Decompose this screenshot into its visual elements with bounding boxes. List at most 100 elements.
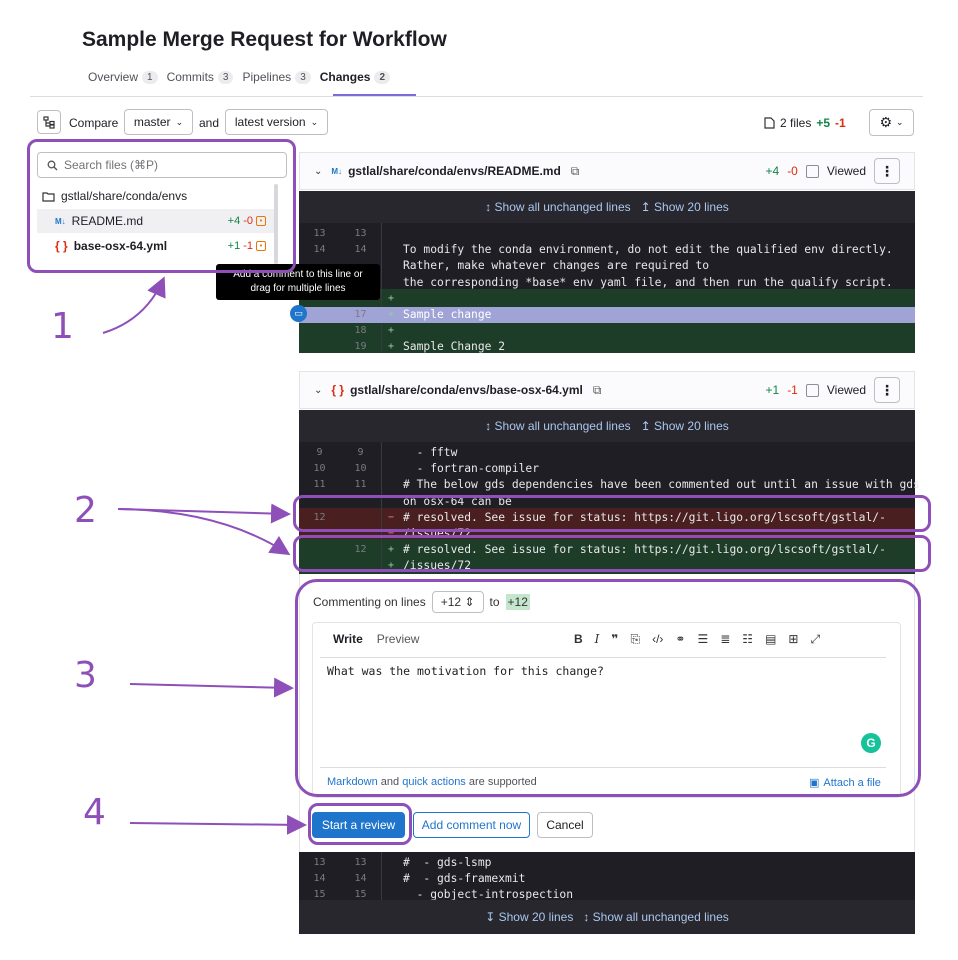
diff-code-text: - fftw bbox=[403, 446, 458, 459]
file-path[interactable]: gstlal/share/conda/envs/README.md bbox=[348, 164, 561, 178]
addition-marker: + bbox=[388, 309, 395, 320]
tab-pipelines[interactable]: Pipelines 3 bbox=[242, 66, 319, 88]
old-line-number[interactable]: 14 bbox=[299, 871, 340, 887]
new-line-number[interactable]: 18 bbox=[340, 323, 381, 339]
diff-expander: ↕ Show all unchanged lines ↥ Show 20 lin… bbox=[299, 191, 915, 223]
new-line-number[interactable]: 13 bbox=[340, 855, 381, 871]
compare-label: Compare bbox=[69, 116, 119, 130]
show-20-lines-link[interactable]: ↥ Show 20 lines bbox=[641, 419, 729, 433]
add-comment-icon[interactable]: ▭ bbox=[290, 305, 307, 322]
new-line-number[interactable]: 14 bbox=[340, 871, 381, 887]
new-line-number[interactable]: 19 bbox=[340, 339, 381, 355]
annotation-box-3 bbox=[295, 579, 921, 797]
diff-code-text: - fortran-compiler bbox=[403, 462, 540, 476]
copy-icon[interactable]: ⧉ bbox=[593, 383, 602, 398]
diff-line[interactable]: 10 10 - fortran-compiler bbox=[299, 461, 915, 477]
old-line-number[interactable]: 13 bbox=[299, 226, 340, 242]
diff-code-text: Rather, make whatever changes are requir… bbox=[403, 259, 710, 273]
new-line-number[interactable]: 13 bbox=[340, 226, 381, 242]
viewed-label: Viewed bbox=[826, 164, 866, 178]
old-line-number[interactable]: 9 bbox=[299, 445, 340, 461]
source-branch-dropdown[interactable]: master ⌄ bbox=[124, 109, 193, 135]
old-line-number[interactable]: 10 bbox=[299, 461, 340, 477]
chevron-down-icon[interactable]: ⌄ bbox=[314, 385, 322, 396]
viewed-checkbox[interactable] bbox=[805, 164, 819, 178]
mr-tabs: Overview 1 Commits 3 Pipelines 3 Changes 2 bbox=[88, 66, 399, 96]
chevron-down-icon: ⌄ bbox=[310, 116, 319, 127]
diff-line[interactable]: 14 14 To modify the conda environment, do … bbox=[299, 242, 915, 258]
diff-expander-bottom: ↧ Show 20 lines ↕ Show all unchanged lin… bbox=[299, 900, 915, 934]
diff-line[interactable]: the corresponding *base* env yaml file, … bbox=[299, 275, 915, 291]
diff-settings-button[interactable]: ⚙ ⌄ bbox=[869, 109, 914, 136]
viewed-checkbox[interactable] bbox=[805, 383, 819, 397]
diff-code-text: # - gds-lsmp bbox=[403, 856, 492, 869]
tab-overview[interactable]: Overview 1 bbox=[88, 66, 167, 88]
show-20-lines-link[interactable]: ↧ Show 20 lines bbox=[485, 910, 573, 924]
file-options-button[interactable]: ⋮ bbox=[874, 158, 900, 184]
show-all-unchanged-link[interactable]: ↕ Show all unchanged lines bbox=[485, 419, 630, 433]
diff-line[interactable]: 99 - fftw bbox=[299, 445, 915, 461]
annotation-box-2a bbox=[293, 495, 931, 532]
tab-commits[interactable]: Commits 3 bbox=[167, 66, 243, 88]
addition-marker: + bbox=[388, 292, 395, 304]
addition-marker: + bbox=[388, 341, 395, 353]
diff-code-text: # - gds-framexmit bbox=[403, 872, 526, 886]
new-line-number[interactable]: 11 bbox=[340, 477, 381, 493]
chevron-down-icon: ⌄ bbox=[175, 116, 184, 127]
annotation-number-3: 3 bbox=[74, 655, 97, 696]
annotation-number-4: 4 bbox=[83, 792, 106, 833]
diff-line[interactable]: + bbox=[299, 291, 915, 307]
diff-code-trailing: 13 13 # - gds-lsmp 14 14 # - gds-framexmit 15 1… bbox=[299, 852, 915, 901]
file-header-readme: ⌄ M↓ gstlal/share/conda/envs/README.md ⧉… bbox=[299, 152, 915, 190]
show-20-lines-link[interactable]: ↥ Show 20 lines bbox=[641, 200, 729, 214]
new-line-number[interactable]: 10 bbox=[340, 461, 381, 477]
page-title: Sample Merge Request for Workflow bbox=[82, 28, 447, 51]
file-path[interactable]: gstlal/share/conda/envs/base-osx-64.yml bbox=[350, 383, 583, 397]
doc-icon bbox=[764, 117, 775, 129]
file-tree-toggle-button[interactable] bbox=[37, 110, 61, 134]
target-version-dropdown[interactable]: latest version ⌄ bbox=[225, 109, 328, 135]
old-line-number[interactable]: 11 bbox=[299, 477, 340, 493]
chevron-down-icon[interactable]: ⌄ bbox=[314, 166, 322, 177]
diff-line[interactable]: 11 11 # The below gds dependencies have be… bbox=[299, 477, 919, 493]
file-options-button[interactable]: ⋮ bbox=[874, 377, 900, 403]
markdown-icon: M↓ bbox=[331, 166, 343, 176]
tab-changes[interactable]: Changes 2 bbox=[320, 66, 399, 88]
cancel-button[interactable]: Cancel bbox=[537, 812, 593, 838]
chevron-down-icon: ⌄ bbox=[896, 117, 904, 127]
diff-line[interactable]: 13 13 # - gds-lsmp bbox=[299, 855, 915, 871]
tab-count: 3 bbox=[295, 70, 311, 84]
tab-count: 1 bbox=[142, 70, 158, 84]
new-line-number[interactable]: 14 bbox=[340, 242, 381, 258]
viewed-label: Viewed bbox=[826, 383, 866, 397]
file-header-base-osx: ⌄ { } gstlal/share/conda/envs/base-osx-6… bbox=[299, 371, 915, 409]
diff-code-text: the corresponding *base* env yaml file, … bbox=[403, 275, 893, 289]
annotation-number-2: 2 bbox=[74, 490, 97, 531]
show-all-unchanged-link[interactable]: ↕ Show all unchanged lines bbox=[583, 910, 728, 924]
copy-icon[interactable]: ⧉ bbox=[571, 164, 580, 179]
annotation-box-4 bbox=[308, 803, 412, 845]
old-line-number[interactable]: 14 bbox=[299, 242, 340, 258]
add-comment-now-button[interactable]: Add comment now bbox=[413, 812, 530, 838]
diff-code-text: Sample change bbox=[403, 308, 492, 321]
diff-line[interactable]: Rather, make whatever changes are requir… bbox=[299, 258, 915, 274]
diff-code-readme: 13 13 14 14 To modify the conda environment,… bbox=[299, 223, 915, 353]
annotation-box-1 bbox=[27, 139, 296, 273]
annotation-number-1: 1 bbox=[51, 306, 74, 347]
diff-line[interactable]: +18 bbox=[299, 323, 915, 339]
diff-code-text: # The below gds dependencies have been c… bbox=[403, 478, 920, 492]
diff-expander: ↕ Show all unchanged lines ↥ Show 20 lin… bbox=[299, 410, 915, 442]
old-line-number[interactable]: 13 bbox=[299, 855, 340, 871]
diff-line[interactable]: +17 Sample change bbox=[299, 307, 915, 323]
new-line-number[interactable]: 9 bbox=[340, 445, 381, 461]
diff-line[interactable]: +19 Sample Change 2 bbox=[299, 339, 915, 355]
diff-stats-summary: 2 files +5 -1 bbox=[764, 116, 846, 130]
diff-line[interactable]: 14 14 # - gds-framexmit bbox=[299, 871, 915, 887]
new-line-number[interactable]: 17 bbox=[340, 307, 381, 323]
diff-code-text: To modify the conda environment, do not … bbox=[403, 243, 893, 257]
tab-count: 3 bbox=[217, 70, 234, 84]
diff-line[interactable]: 13 13 bbox=[299, 226, 915, 242]
yaml-icon: { } bbox=[331, 383, 345, 397]
show-all-unchanged-link[interactable]: ↕ Show all unchanged lines bbox=[485, 200, 630, 214]
file-tree-icon bbox=[42, 115, 55, 129]
